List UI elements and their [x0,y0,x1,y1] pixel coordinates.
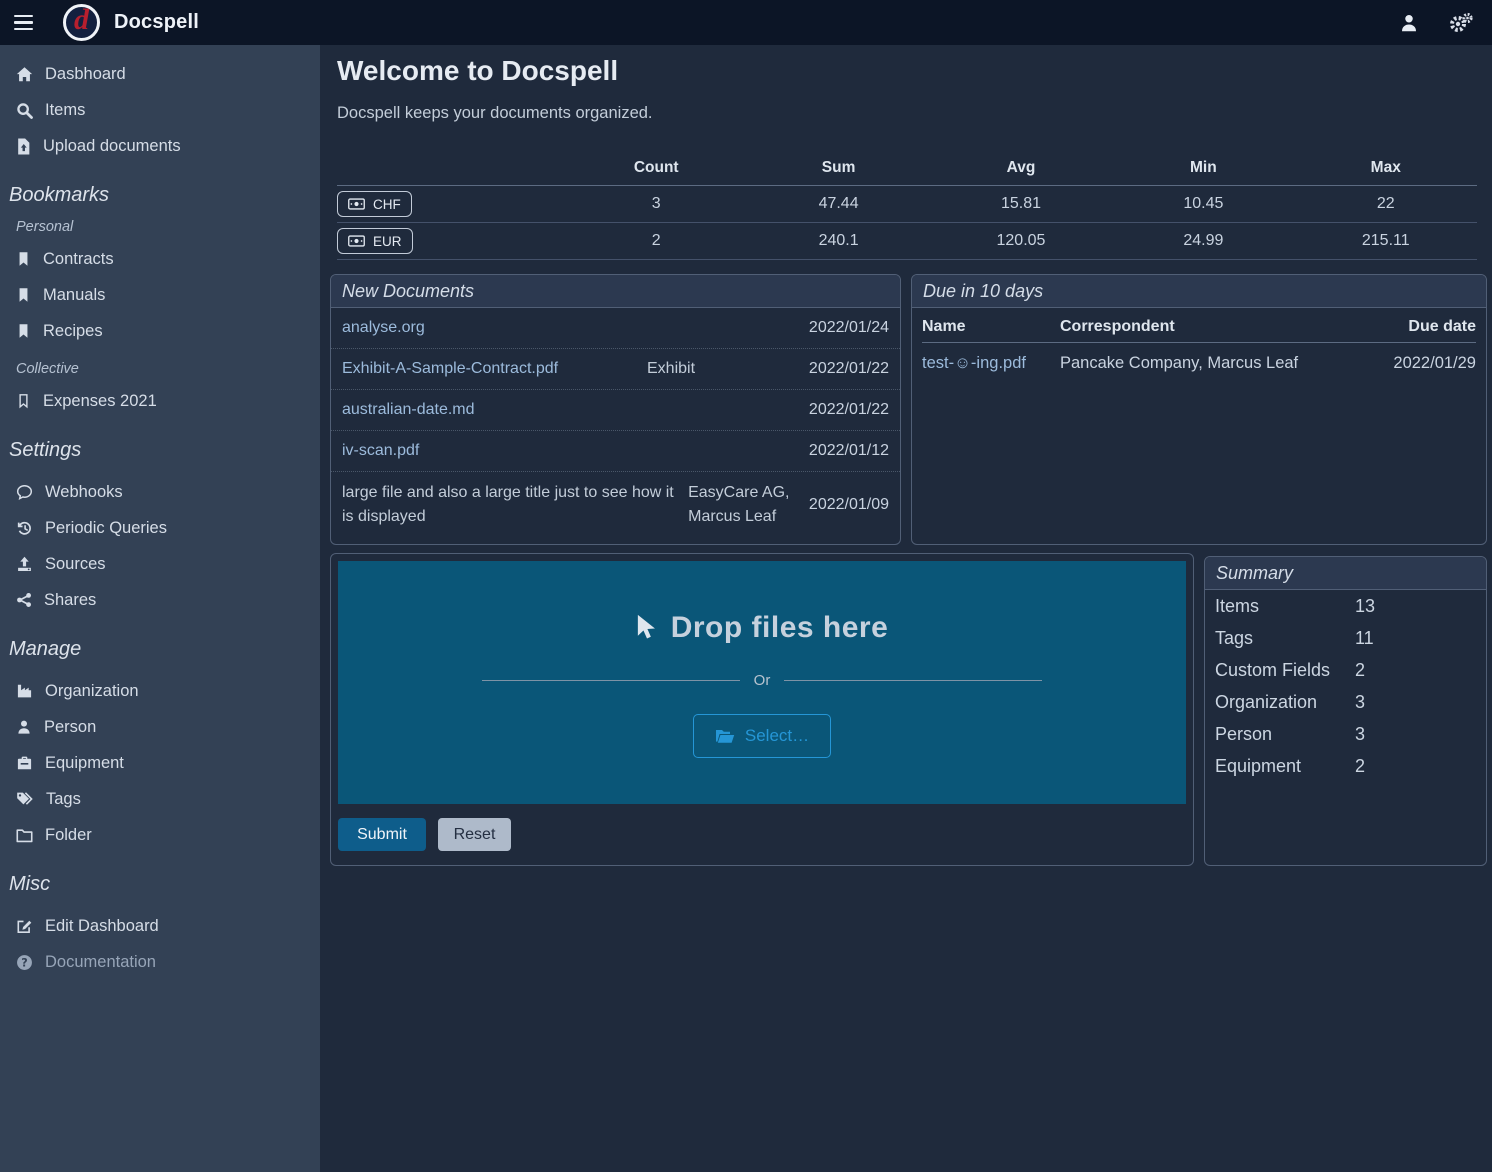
reset-button[interactable]: Reset [438,818,511,851]
file-dropzone[interactable]: Drop files here Or Select… [338,561,1186,804]
document-link[interactable]: iv-scan.pdf [342,439,647,463]
sidebar-item-webhooks[interactable]: Webhooks [0,474,320,510]
sidebar-item-dashboard[interactable]: Dasbhoard [0,56,320,92]
comment-icon [16,484,33,500]
user-icon [1399,13,1419,33]
stats-table: Count Sum Avg Min Max CHF 3 47.44 [337,151,1477,260]
sidebar-section-bookmarks: Bookmarks [0,184,320,207]
menu-toggle-button[interactable] [0,0,46,45]
money-bill-icon [348,235,365,247]
share-icon [16,592,32,608]
sidebar: Dasbhoard Items Upload documents Bookmar… [0,45,320,1172]
new-documents-panel: New Documents analyse.org 2022/01/24 Exh… [330,274,901,545]
page-subtitle: Docspell keeps your documents organized. [337,104,653,123]
settings-menu-button[interactable] [1448,10,1474,36]
due-panel: Due in 10 days Name Correspondent Due da… [911,274,1487,545]
upload-icon [16,556,33,572]
document-row: analyse.org 2022/01/24 [331,308,900,349]
or-divider: Or [482,672,1042,689]
bookmark-filled-icon [16,251,31,267]
currency-badge-chf[interactable]: CHF [337,191,412,217]
history-icon [16,520,33,536]
sidebar-section-misc: Misc [0,873,320,896]
dropzone-title: Drop files here [636,611,889,645]
industry-icon [16,683,33,699]
due-row: test-☺-ing.pdf Pancake Company, Marcus L… [922,345,1476,381]
summary-row: Person 3 [1205,718,1486,750]
stats-row-eur: EUR 2 240.1 120.05 24.99 215.11 [337,223,1477,260]
summary-row: Equipment 2 [1205,750,1486,782]
main-content: Welcome to Docspell Docspell keeps your … [320,45,1492,1172]
document-link[interactable]: australian-date.md [342,398,647,422]
sidebar-item-expenses-2021[interactable]: Expenses 2021 [0,383,320,419]
bookmark-outline-icon [16,393,31,409]
brand-title: Docspell [114,11,199,34]
summary-panel: Summary Items 13 Tags 11 Custom Fields 2… [1204,556,1487,866]
document-link[interactable]: test-☺-ing.pdf [922,354,1060,373]
new-documents-title: New Documents [331,275,900,308]
summary-row: Tags 11 [1205,622,1486,654]
currency-badge-eur[interactable]: EUR [337,228,413,254]
folder-icon [16,828,33,843]
folder-open-icon [715,729,735,744]
select-files-button[interactable]: Select… [693,714,831,758]
edit-icon [16,918,33,934]
tags-icon [16,791,34,807]
document-row: australian-date.md 2022/01/22 [331,390,900,431]
summary-row: Custom Fields 2 [1205,654,1486,686]
bookmark-filled-icon [16,287,31,303]
sidebar-item-sources[interactable]: Sources [0,546,320,582]
mouse-pointer-icon [636,614,658,642]
money-bill-icon [348,198,365,210]
bookmark-filled-icon [16,323,31,339]
sidebar-item-manuals[interactable]: Manuals [0,277,320,313]
upload-panel: Drop files here Or Select… Submit Reset [330,553,1194,866]
house-icon [16,66,33,83]
document-link[interactable]: analyse.org [342,316,647,340]
sidebar-item-upload-documents[interactable]: Upload documents [0,128,320,164]
document-row: large file and also a large title just t… [331,472,900,538]
docspell-logo-icon: d [63,4,100,41]
sidebar-section-manage: Manage [0,638,320,661]
summary-row: Organization 3 [1205,686,1486,718]
sidebar-item-shares[interactable]: Shares [0,582,320,618]
user-icon [16,719,32,735]
sidebar-item-edit-dashboard[interactable]: Edit Dashboard [0,908,320,944]
top-navbar: d Docspell [0,0,1492,45]
sidebar-subsection-collective: Collective [0,355,320,383]
stats-header-row: Count Sum Avg Min Max [337,151,1477,186]
document-link[interactable]: Exhibit-A-Sample-Contract.pdf [342,357,647,381]
sidebar-item-equipment[interactable]: Equipment [0,745,320,781]
search-icon [16,102,33,119]
sidebar-section-settings: Settings [0,439,320,462]
page-title: Welcome to Docspell [337,55,618,87]
sidebar-item-items[interactable]: Items [0,92,320,128]
question-icon: ? [16,954,33,971]
sidebar-item-recipes[interactable]: Recipes [0,313,320,349]
document-row: Exhibit-A-Sample-Contract.pdf Exhibit 20… [331,349,900,390]
sidebar-item-folder[interactable]: Folder [0,817,320,853]
summary-title: Summary [1205,557,1486,590]
submit-button[interactable]: Submit [338,818,426,851]
sidebar-item-person[interactable]: Person [0,709,320,745]
sidebar-item-organization[interactable]: Organization [0,673,320,709]
sidebar-item-tags[interactable]: Tags [0,781,320,817]
sidebar-item-contracts[interactable]: Contracts [0,241,320,277]
sidebar-item-documentation[interactable]: ? Documentation [0,944,320,980]
stats-row-chf: CHF 3 47.44 15.81 10.45 22 [337,186,1477,223]
sidebar-subsection-personal: Personal [0,213,320,241]
sidebar-item-periodic-queries[interactable]: Periodic Queries [0,510,320,546]
document-row: iv-scan.pdf 2022/01/12 [331,431,900,472]
svg-text:?: ? [21,956,27,969]
due-panel-title: Due in 10 days [912,275,1486,308]
equipment-icon [16,755,33,771]
document-link[interactable]: large file and also a large title just t… [342,481,688,529]
summary-row: Items 13 [1205,590,1486,622]
gears-icon [1449,12,1473,34]
due-table-header: Name Correspondent Due date [922,312,1476,343]
user-menu-button[interactable] [1396,10,1422,36]
file-upload-icon [16,138,31,155]
